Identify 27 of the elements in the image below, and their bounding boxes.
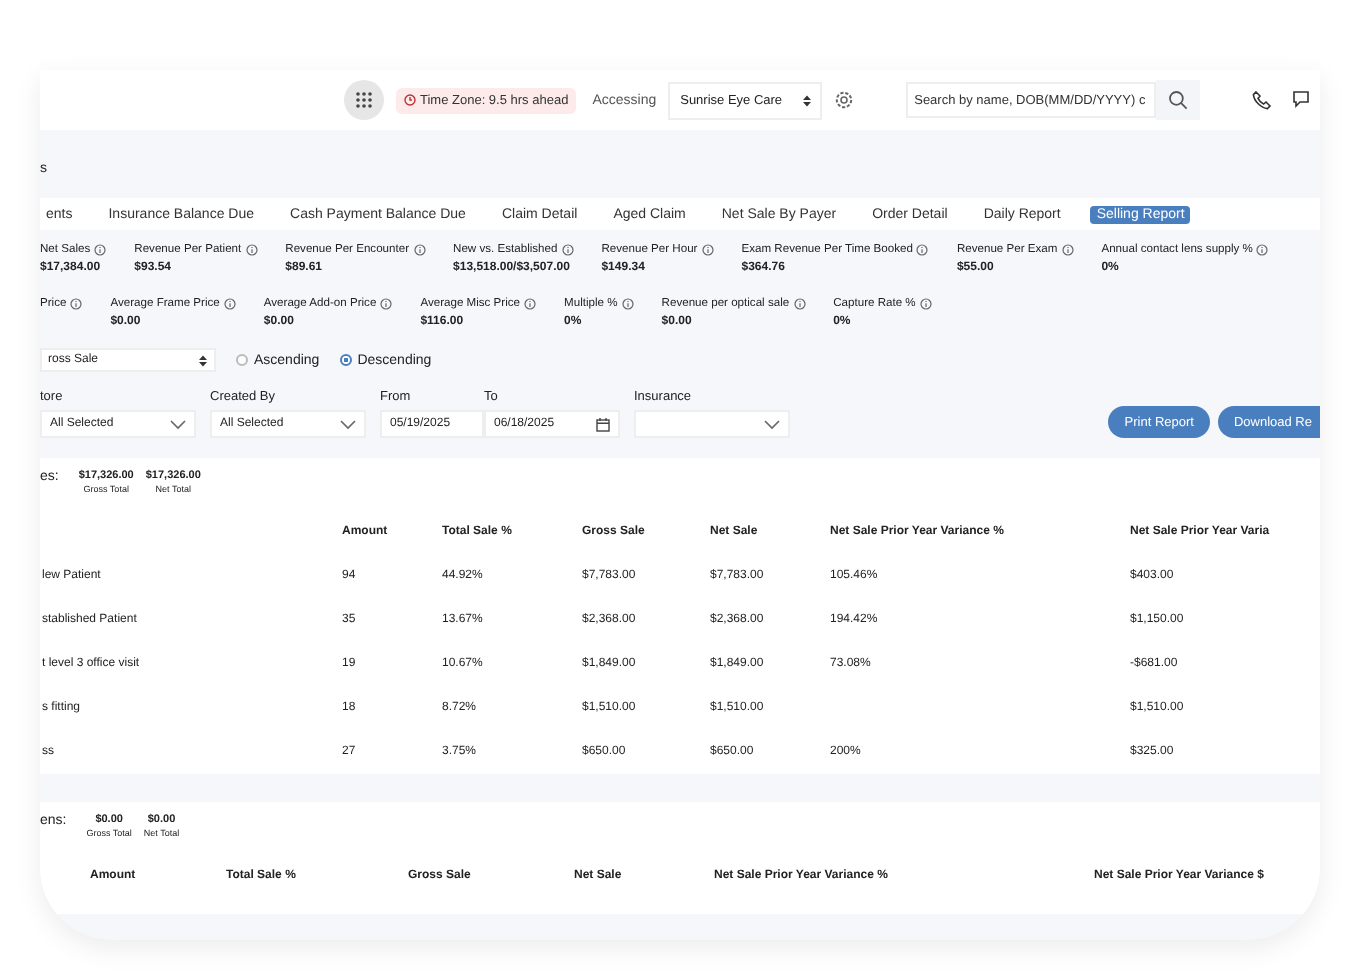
updown-caret-icon [802, 93, 813, 107]
info-icon[interactable] [413, 244, 426, 256]
calendar-icon [596, 417, 610, 431]
info-icon[interactable] [701, 244, 714, 256]
updown-caret-icon [198, 353, 208, 367]
apps-grid-icon[interactable] [344, 80, 384, 120]
chat-icon[interactable] [1292, 90, 1311, 110]
info-icon[interactable] [524, 298, 537, 310]
info-icon[interactable] [70, 298, 83, 310]
info-icon[interactable] [1061, 244, 1074, 256]
info-icon[interactable] [380, 298, 393, 310]
info-icon[interactable] [916, 244, 929, 256]
info-icon[interactable] [919, 298, 932, 310]
chevron-down-icon [764, 419, 780, 429]
chevron-down-icon [340, 419, 356, 429]
search-button[interactable] [1156, 80, 1201, 120]
info-icon[interactable] [561, 244, 574, 256]
info-icon[interactable] [94, 244, 107, 256]
info-icon[interactable] [793, 298, 806, 310]
settings-icon[interactable] [834, 90, 855, 110]
chevron-down-icon [170, 419, 186, 429]
phone-icon[interactable] [1252, 90, 1273, 110]
info-icon[interactable] [245, 244, 258, 256]
search-icon [1168, 90, 1189, 110]
info-icon[interactable] [223, 298, 236, 310]
info-icon[interactable] [621, 298, 634, 310]
info-icon[interactable] [1256, 244, 1269, 256]
